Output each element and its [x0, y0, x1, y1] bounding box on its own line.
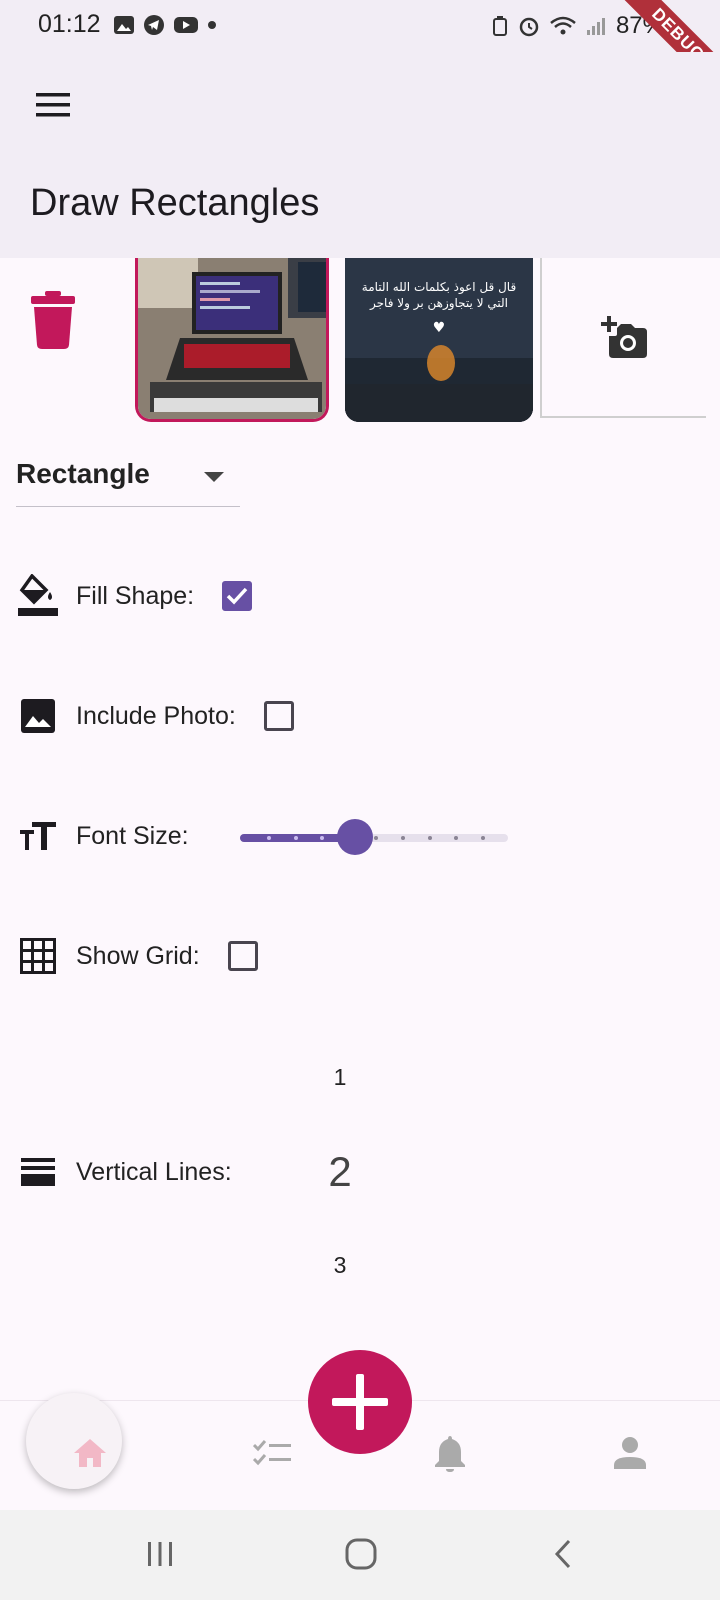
- fill-shape-checkbox[interactable]: [222, 581, 253, 611]
- slider-thumb[interactable]: [337, 819, 373, 855]
- grid-icon: [18, 936, 58, 976]
- home-circle-icon: [345, 1538, 377, 1570]
- picker-value-below[interactable]: 3: [300, 1252, 380, 1279]
- picker-value-above[interactable]: 1: [300, 1064, 380, 1091]
- image-icon: [18, 696, 58, 736]
- slider-tick: [428, 836, 432, 840]
- slider-tick: [481, 836, 485, 840]
- slider-tick: [294, 836, 298, 840]
- trash-icon: [31, 291, 75, 349]
- slider-tick: [401, 836, 405, 840]
- lock-battery-icon: [492, 16, 507, 36]
- slider-tick: [454, 836, 458, 840]
- paint-bucket-icon: [18, 574, 58, 616]
- nav-home[interactable]: [60, 1423, 120, 1483]
- photo-strip: ♥ قال قل اعوذ بكلمات الله التامة التي لا…: [0, 258, 720, 426]
- add-photo-button[interactable]: [540, 258, 706, 418]
- notification-icons: [113, 14, 217, 36]
- slider-tick: [374, 836, 378, 840]
- nav-profile[interactable]: [600, 1423, 660, 1483]
- fill-shape-row: Fill Shape:: [18, 566, 253, 626]
- slider-tick: [267, 836, 271, 840]
- nav-checklist[interactable]: [242, 1423, 302, 1483]
- photo-thumbnail[interactable]: ♥ قال قل اعوذ بكلمات الله التامة التي لا…: [345, 258, 533, 422]
- alarm-icon: [519, 17, 539, 37]
- back-button[interactable]: [538, 1534, 588, 1574]
- telegram-icon: [144, 15, 164, 35]
- back-chevron-icon: [554, 1539, 571, 1569]
- home-button[interactable]: [336, 1534, 386, 1574]
- nav-notifications[interactable]: [420, 1423, 480, 1483]
- photo-thumbnail-selected[interactable]: [135, 258, 329, 422]
- page-title: Draw Rectangles: [30, 182, 320, 224]
- checklist-icon: [253, 1440, 291, 1466]
- shape-dropdown[interactable]: Rectangle: [16, 452, 240, 507]
- include-photo-label: Include Photo:: [76, 701, 236, 730]
- status-bar: 01:12 87% DEBUG: [0, 0, 720, 101]
- home-icon: [74, 1439, 106, 1467]
- bell-icon: [435, 1436, 465, 1472]
- font-size-slider[interactable]: [240, 819, 510, 855]
- check-icon: [226, 587, 248, 605]
- menu-button[interactable]: [26, 78, 80, 132]
- lines-icon: [18, 1152, 58, 1192]
- recent-apps-icon: [148, 1542, 172, 1566]
- app-bar: Draw Rectangles: [0, 52, 720, 258]
- laptop-photo: [138, 258, 326, 419]
- picker-value-selected[interactable]: 2: [300, 1148, 380, 1196]
- include-photo-checkbox[interactable]: [263, 701, 294, 731]
- delete-button[interactable]: [18, 280, 88, 360]
- hamburger-menu-icon: [36, 93, 70, 117]
- add-fab-button[interactable]: [308, 1350, 412, 1454]
- font-size-row: Font Size:: [18, 806, 189, 866]
- include-photo-row: Include Photo:: [18, 686, 294, 746]
- show-grid-checkbox[interactable]: [227, 941, 258, 971]
- dot-icon: [208, 21, 216, 29]
- add-a-photo-icon: [601, 316, 647, 358]
- vertical-lines-row: Vertical Lines:: [18, 1142, 232, 1202]
- fill-shape-label: Fill Shape:: [76, 581, 195, 610]
- show-grid-label: Show Grid:: [76, 941, 200, 970]
- slider-tick: [320, 836, 324, 840]
- person-icon: [614, 1437, 646, 1469]
- gallery-icon: [114, 16, 134, 34]
- photo-caption-line-1: قال قل اعوذ بكلمات الله التامة: [361, 280, 517, 294]
- font-size-label: Font Size:: [76, 821, 189, 850]
- vertical-lines-label: Vertical Lines:: [76, 1157, 232, 1186]
- youtube-icon: [174, 17, 198, 33]
- photo-caption-line-2: التي لا يتجاوزهن بر ولا فاجر: [370, 296, 508, 310]
- show-grid-row: Show Grid:: [18, 926, 258, 986]
- text-size-icon: [18, 816, 58, 856]
- shape-dropdown-value: Rectangle: [16, 458, 150, 489]
- wifi-icon: [550, 16, 576, 35]
- status-time: 01:12: [38, 10, 101, 38]
- plus-icon: [332, 1374, 388, 1430]
- recent-apps-button[interactable]: [135, 1534, 185, 1574]
- signal-icon: [586, 18, 605, 35]
- system-navigation-bar: [0, 1510, 720, 1600]
- dropdown-arrow-icon: [204, 472, 224, 482]
- svg-text:♥: ♥: [433, 320, 446, 336]
- status-indicators: 87%: [492, 12, 664, 40]
